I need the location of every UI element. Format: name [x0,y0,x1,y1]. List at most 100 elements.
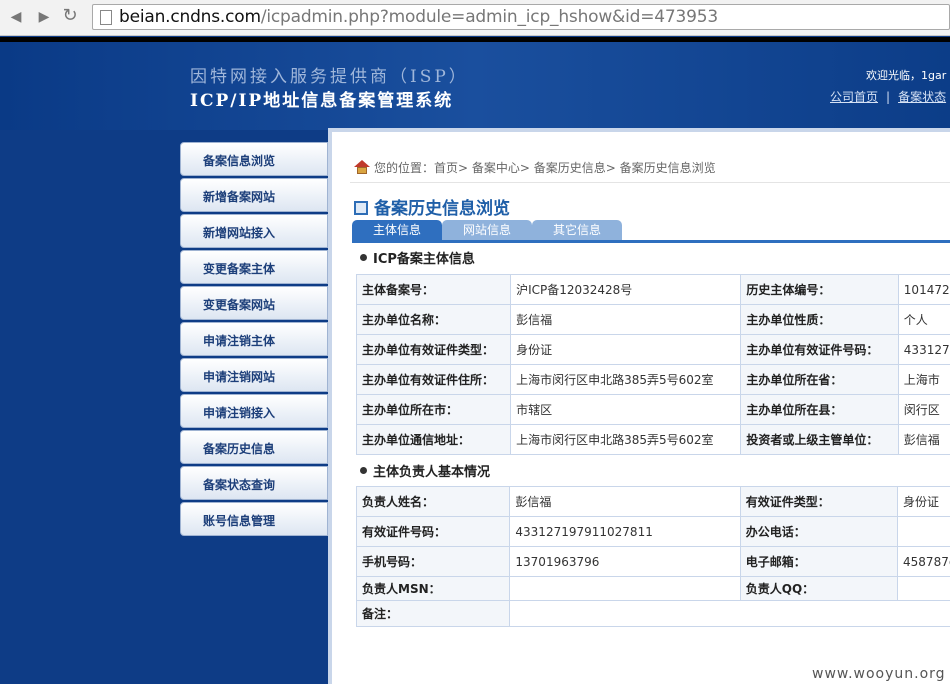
field-label: 备注： [355,600,511,627]
sidebar-item-cancel-entity[interactable]: 申请注销主体 [180,322,328,356]
bullet-icon [360,467,367,474]
field-value: 市辖区 [510,394,742,425]
page-icon [100,10,112,25]
sidebar-item-status-query[interactable]: 备案状态查询 [180,466,328,500]
field-label: 负责人QQ： [739,576,899,601]
field-value: 个人 [897,304,950,335]
field-value: 身份证 [510,334,742,365]
welcome-text: 欢迎光临，1gar [866,69,947,82]
sidebar-item-cancel-site[interactable]: 申请注销网站 [180,358,328,392]
sidebar-item-label: 新增备案网站 [203,190,276,204]
filing-status-link[interactable]: 备案状态 [898,90,946,104]
sidebar-item-change-site[interactable]: 变更备案网站 [180,286,328,320]
field-label: 办公电话： [739,516,899,547]
url-text[interactable]: beian.cndns.com/icpadmin.php?module=admi… [119,7,718,27]
field-value: 彭信福 [509,486,741,517]
company-home-link[interactable]: 公司首页 [830,90,878,104]
sidebar-item-label: 变更备案主体 [203,262,276,276]
tab-other-info[interactable]: 其它信息 [532,220,622,240]
field-label: 投资者或上级主管单位： [740,424,899,455]
link-separator: | [886,90,891,104]
field-label: 主办单位名称： [355,304,512,335]
table-row: 主办单位所在市： 市辖区 主办单位所在县： 闵行区 [355,394,950,425]
field-label: 手机号码： [355,546,511,577]
sidebar-item-cancel-access[interactable]: 申请注销接入 [180,394,328,428]
watermark: www.wooyun.org [812,666,946,682]
field-label: 主办单位所在省： [740,364,899,395]
table-row: 备注： [355,600,950,627]
field-value: 彭信福 [510,304,742,335]
entity-info-table: 主体备案号： 沪ICP备12032428号 历史主体编号： 101472 主办单… [355,274,950,455]
section-heading-entity: ICP备案主体信息 [360,248,475,267]
field-value [509,576,741,601]
field-label: 主办单位性质： [740,304,899,335]
sidebar-item-new-access[interactable]: 新增网站接入 [180,214,328,248]
sidebar-item-label: 备案状态查询 [203,478,276,492]
main-panel: 您的位置：首页> 备案中心> 备案历史信息> 备案历史信息浏览 备案历史信息浏览… [328,128,950,684]
breadcrumb: 您的位置：首页> 备案中心> 备案历史信息> 备案历史信息浏览 [354,159,716,176]
sidebar-item-label: 变更备案网站 [203,298,276,312]
tab-site-info[interactable]: 网站信息 [442,220,532,240]
table-row: 主体备案号： 沪ICP备12032428号 历史主体编号： 101472 [355,274,950,305]
field-label: 主办单位有效证件号码： [740,334,899,365]
field-value: 4331271 [897,334,950,365]
sidebar-item-browse[interactable]: 备案信息浏览 [180,142,328,176]
sidebar-item-label: 备案历史信息 [203,442,276,456]
divider [350,182,950,183]
table-row: 主办单位有效证件住所： 上海市闵行区申北路385弄5号602室 主办单位所在省：… [355,364,950,395]
field-value: 上海市闵行区申北路385弄5号602室 [510,364,742,395]
site-header: 因特网接入服务提供商（ISP） ICP/IP地址信息备案管理系统 欢迎光临，1g… [0,42,950,130]
field-label: 负责人MSN： [355,576,511,601]
forward-icon[interactable]: ▶ [34,7,54,27]
field-label: 主办单位所在市： [355,394,512,425]
field-label: 历史主体编号： [740,274,899,305]
field-value: 13701963796 [509,546,741,577]
table-row: 手机号码： 13701963796 电子邮箱： 458787@ [355,546,950,577]
page-title: 备案历史信息浏览 [354,194,510,219]
section-title: 主体负责人基本情况 [373,465,491,480]
field-value: 433127197911027811 [509,516,741,547]
sidebar: 备案信息浏览 新增备案网站 新增网站接入 变更备案主体 变更备案网站 申请注销主… [180,142,328,538]
table-row: 有效证件号码： 433127197911027811 办公电话： [355,516,950,547]
field-label: 电子邮箱： [739,546,899,577]
field-value: 彭信福 [897,424,950,455]
sidebar-item-label: 新增网站接入 [203,226,276,240]
header-links: 公司首页 | 备案状态 [830,88,946,105]
field-value [897,516,950,547]
field-value: 458787@ [897,546,950,577]
back-icon[interactable]: ◀ [6,7,26,27]
page-title-text: 备案历史信息浏览 [374,199,510,219]
field-value [509,600,950,627]
header-title: ICP/IP地址信息备案管理系统 [190,91,454,111]
table-row: 负责人MSN： 负责人QQ： [355,576,950,601]
reload-icon[interactable]: ↻ [60,6,80,26]
sidebar-item-account[interactable]: 账号信息管理 [180,502,328,536]
sidebar-item-label: 申请注销主体 [203,334,276,348]
sidebar-item-label: 申请注销接入 [203,406,276,420]
table-row: 主办单位通信地址： 上海市闵行区申北路385弄5号602室 投资者或上级主管单位… [355,424,950,455]
address-bar[interactable]: beian.cndns.com/icpadmin.php?module=admi… [92,4,950,30]
field-label: 主办单位通信地址： [355,424,512,455]
section-title: ICP备案主体信息 [373,252,475,267]
breadcrumb-prefix: 您的位置： [374,161,435,175]
tab-underline [352,240,950,243]
breadcrumb-trail[interactable]: 首页> 备案中心> 备案历史信息> 备案历史信息浏览 [434,161,716,175]
field-label: 负责人姓名： [355,486,511,517]
contact-info-table: 负责人姓名： 彭信福 有效证件类型： 身份证 有效证件号码： 433127197… [355,486,950,627]
sidebar-item-label: 申请注销网站 [203,370,276,384]
field-label: 主办单位有效证件类型： [355,334,512,365]
sidebar-item-new-site[interactable]: 新增备案网站 [180,178,328,212]
field-label: 主办单位有效证件住所： [355,364,512,395]
url-domain: beian.cndns.com [119,7,261,27]
field-label: 有效证件号码： [355,516,511,547]
section-heading-contact: 主体负责人基本情况 [360,461,490,480]
sidebar-item-change-entity[interactable]: 变更备案主体 [180,250,328,284]
field-value [897,576,950,601]
sidebar-item-history[interactable]: 备案历史信息 [180,430,328,464]
field-value: 身份证 [897,486,950,517]
title-square-icon [354,201,368,215]
header-subtitle: 因特网接入服务提供商（ISP） [190,67,469,87]
tab-entity-info[interactable]: 主体信息 [352,220,442,240]
sidebar-item-label: 备案信息浏览 [203,154,276,168]
browser-toolbar: ◀ ▶ ↻ beian.cndns.com/icpadmin.php?modul… [0,0,950,36]
